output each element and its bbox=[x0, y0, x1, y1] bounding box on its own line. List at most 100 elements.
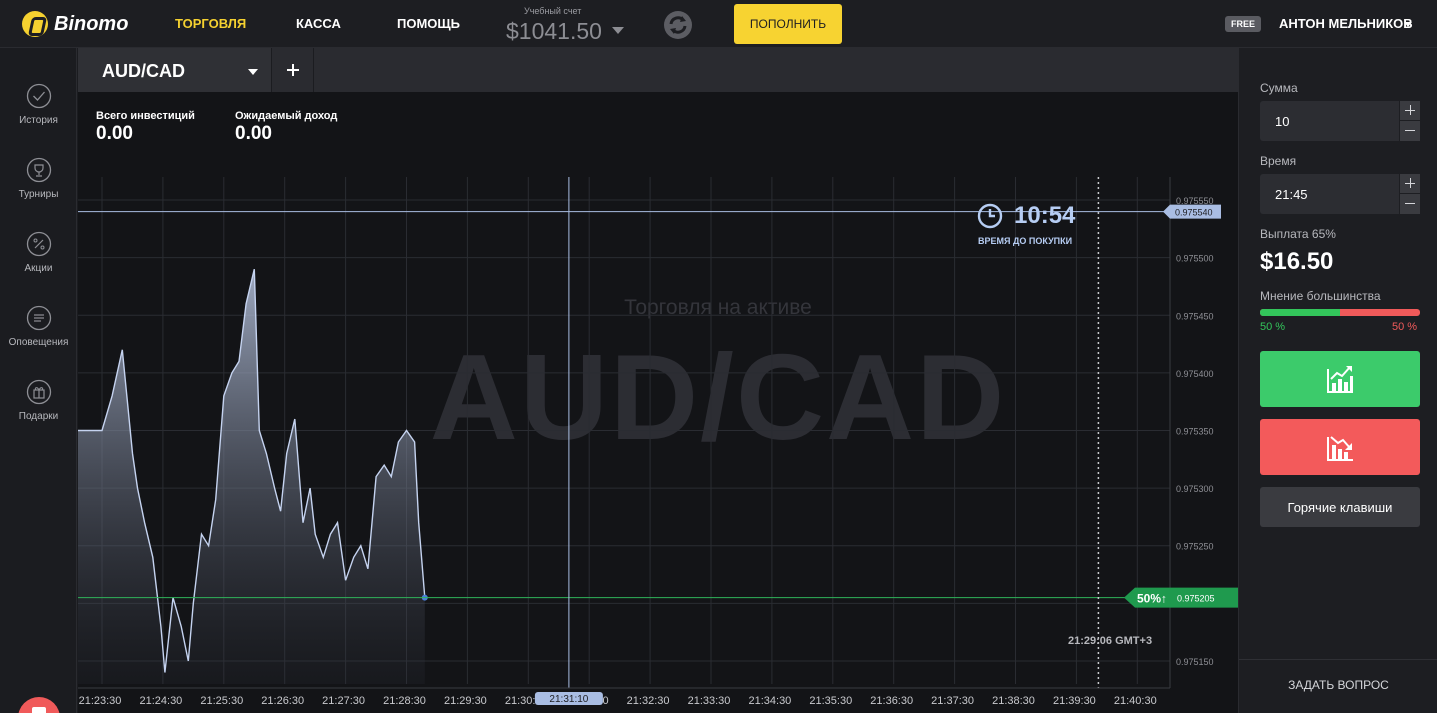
time-plus-icon[interactable] bbox=[1399, 174, 1420, 194]
nav-cashier[interactable]: КАССА bbox=[296, 16, 341, 31]
deposit-button[interactable]: ПОПОЛНИТЬ bbox=[734, 4, 842, 44]
y-tick-label: 0.975300 bbox=[1176, 484, 1214, 494]
asset-chevron-down-icon[interactable] bbox=[248, 69, 258, 75]
sidebar-item-history[interactable]: История bbox=[0, 83, 77, 143]
x-tick-label: 21:27:30 bbox=[322, 695, 365, 707]
y-tick-label: 0.975150 bbox=[1176, 657, 1214, 667]
call-up-button[interactable] bbox=[1260, 351, 1420, 407]
logo-text: Binomo bbox=[54, 12, 129, 35]
add-asset-tab-button[interactable] bbox=[272, 48, 314, 92]
majority-down-percent: 50 % bbox=[1392, 321, 1418, 333]
free-badge: FREE bbox=[1225, 16, 1261, 32]
cursor-time-label: 21:31:10 bbox=[549, 694, 588, 705]
chart-down-icon bbox=[1327, 436, 1353, 461]
sidebar-item-label: Турниры bbox=[18, 189, 59, 200]
sidebar-item-promotions[interactable]: Акции bbox=[0, 231, 77, 291]
divider bbox=[1239, 659, 1437, 660]
x-tick-label: 21:32:30 bbox=[627, 695, 670, 707]
time-value[interactable]: 21:45 bbox=[1275, 187, 1308, 202]
nav-trading[interactable]: ТОРГОВЛЯ bbox=[175, 16, 246, 31]
y-tick-label: 0.975550 bbox=[1176, 196, 1214, 206]
majority-up-percent: 50 % bbox=[1260, 321, 1286, 333]
percent-icon bbox=[26, 231, 51, 257]
amount-minus-icon[interactable] bbox=[1399, 121, 1420, 141]
total-investments-value: 0.00 bbox=[96, 123, 133, 144]
current-price-label: 0.975205 bbox=[1177, 594, 1215, 604]
current-price-percent: 50%↑ bbox=[1137, 592, 1167, 606]
x-tick-label: 21:29:30 bbox=[444, 695, 487, 707]
amount-field[interactable]: 10 bbox=[1260, 101, 1420, 141]
amount-plus-icon[interactable] bbox=[1399, 101, 1420, 121]
check-circle-icon bbox=[26, 83, 51, 109]
hotkeys-button[interactable]: Горячие клавиши bbox=[1260, 487, 1420, 527]
payout-label: Выплата 65% bbox=[1260, 227, 1336, 241]
target-price-label: 0.975540 bbox=[1175, 208, 1213, 218]
x-tick-label: 21:34:30 bbox=[748, 695, 791, 707]
sidebar-item-gifts[interactable]: Подарки bbox=[0, 379, 77, 439]
time-label: Время bbox=[1260, 154, 1297, 168]
refresh-icon[interactable] bbox=[663, 10, 693, 40]
majority-up-fill bbox=[1260, 309, 1340, 316]
price-chart[interactable]: 0.9751500.9752000.9752500.9753000.975350… bbox=[78, 92, 1238, 713]
notifications-icon bbox=[26, 305, 51, 331]
y-tick-label: 0.975450 bbox=[1176, 311, 1214, 321]
y-tick-label: 0.975250 bbox=[1176, 542, 1214, 552]
x-tick-label: 21:25:30 bbox=[200, 695, 243, 707]
time-field[interactable]: 21:45 bbox=[1260, 174, 1420, 214]
expected-income: Ожидаемый доход 0.00 bbox=[235, 110, 337, 145]
sidebar-item-label: Подарки bbox=[18, 411, 59, 422]
asset-tab-bar: AUD/CAD bbox=[78, 48, 1238, 92]
username[interactable]: АНТОН МЕЛЬНИКОВ bbox=[1279, 16, 1413, 31]
timer-label: ВРЕМЯ ДО ПОКУПКИ bbox=[978, 236, 1073, 246]
user-chevron-down-icon[interactable] bbox=[1404, 22, 1412, 27]
asset-tab[interactable]: AUD/CAD bbox=[78, 48, 272, 92]
app-root: Binomo ТОРГОВЛЯ КАССА ПОМОЩЬ Учебный сче… bbox=[0, 0, 1437, 713]
expected-income-value: 0.00 bbox=[235, 123, 272, 144]
sidebar-item-label: Акции bbox=[24, 263, 53, 274]
majority-bar bbox=[1260, 309, 1420, 316]
x-tick-label: 21:35:30 bbox=[809, 695, 852, 707]
chart-up-icon bbox=[1327, 366, 1353, 393]
sidebar-item-notifications[interactable]: Оповещения bbox=[0, 305, 77, 365]
x-tick-label: 21:39:30 bbox=[1053, 695, 1096, 707]
logo[interactable]: Binomo bbox=[22, 10, 128, 38]
sidebar-item-label: История bbox=[19, 115, 58, 126]
nav-help[interactable]: ПОМОЩЬ bbox=[397, 16, 460, 31]
sidebar: История Турниры Акции Оповещения Подарки bbox=[0, 48, 77, 713]
gift-icon bbox=[26, 379, 51, 405]
x-tick-label: 21:24:30 bbox=[139, 695, 182, 707]
sidebar-item-label: Оповещения bbox=[8, 337, 69, 348]
x-tick-label: 21:33:30 bbox=[688, 695, 731, 707]
total-investments: Всего инвестиций 0.00 bbox=[96, 110, 195, 145]
payout-value: $16.50 bbox=[1260, 248, 1334, 275]
server-time: 21:29:06 GMT+3 bbox=[1068, 635, 1153, 647]
x-tick-label: 21:23:30 bbox=[79, 695, 122, 707]
y-tick-label: 0.975400 bbox=[1176, 369, 1214, 379]
top-bar: Binomo ТОРГОВЛЯ КАССА ПОМОЩЬ Учебный сче… bbox=[0, 0, 1437, 48]
x-tick-label: 21:37:30 bbox=[931, 695, 974, 707]
chart-panel[interactable]: Торговля на активе AUD/CAD 0.975150 0.975… bbox=[78, 92, 1238, 713]
x-tick-label: 21:38:30 bbox=[992, 695, 1035, 707]
expected-income-label: Ожидаемый доход bbox=[235, 110, 338, 122]
timer-value: 10:54 bbox=[1014, 202, 1076, 229]
price-area bbox=[78, 269, 425, 684]
sidebar-item-tournaments[interactable]: Турниры bbox=[0, 157, 77, 217]
logo-icon bbox=[22, 11, 48, 37]
y-tick-label: 0.975500 bbox=[1176, 254, 1214, 264]
trade-panel: Сумма 10 Время 21:45 Выплата 65% $16.50 … bbox=[1238, 48, 1437, 713]
amount-value[interactable]: 10 bbox=[1275, 114, 1289, 129]
x-tick-label: 21:36:30 bbox=[870, 695, 913, 707]
y-tick-label: 0.975350 bbox=[1176, 427, 1214, 437]
balance-chevron-down-icon[interactable] bbox=[612, 27, 624, 34]
x-tick-label: 21:26:30 bbox=[261, 695, 304, 707]
account-balance[interactable]: $1041.50 bbox=[506, 18, 602, 45]
asset-tab-label: AUD/CAD bbox=[102, 61, 185, 81]
majority-label: Мнение большинства bbox=[1260, 289, 1381, 303]
total-investments-label: Всего инвестиций bbox=[96, 110, 195, 122]
time-minus-icon[interactable] bbox=[1399, 194, 1420, 214]
ask-question-link[interactable]: ЗАДАТЬ ВОПРОС bbox=[1239, 678, 1437, 692]
clock-icon bbox=[977, 203, 1003, 229]
put-down-button[interactable] bbox=[1260, 419, 1420, 475]
amount-label: Сумма bbox=[1260, 81, 1298, 95]
trophy-icon bbox=[26, 157, 51, 183]
